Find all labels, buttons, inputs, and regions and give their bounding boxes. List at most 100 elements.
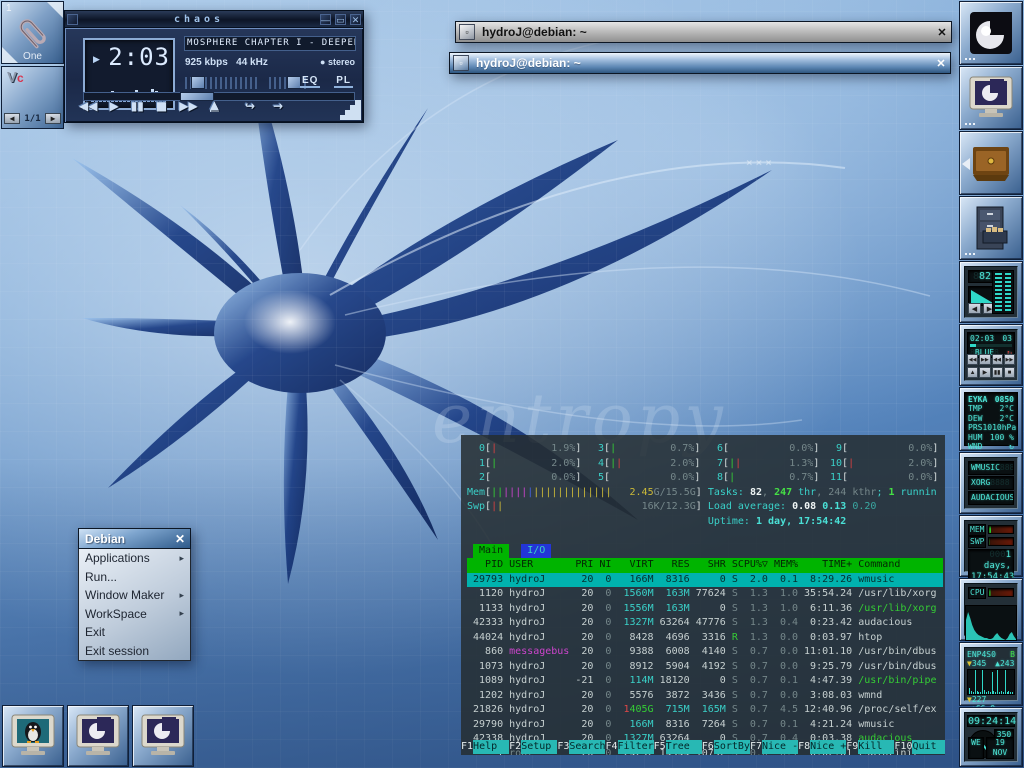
dockapp-weather[interactable]: EYKA 0850 TMP2°CDEW2°CPRS1010hPaHUM100 %… bbox=[959, 387, 1023, 451]
stop-button[interactable]: ■ bbox=[156, 99, 167, 113]
player-titlebar[interactable]: chaos — ▭ ✕ bbox=[65, 11, 363, 28]
wmusic-prev-button[interactable]: ◀◀ bbox=[967, 354, 978, 365]
process-row[interactable]: 1120hydroJ2001560M163M77624S1.31.035:54.… bbox=[467, 587, 943, 602]
process-row[interactable]: 1089hydroJ-210114M181200S0.70.14:47.39/u… bbox=[467, 674, 943, 689]
dockapp-cpuload[interactable]: CPU bbox=[959, 578, 1023, 641]
workspace-name: One bbox=[2, 51, 63, 62]
process-row[interactable]: 21826hydroJ2001405G715M165MS0.74.512:40.… bbox=[467, 703, 943, 718]
menu-item-window-maker[interactable]: Window Maker▸ bbox=[79, 586, 190, 605]
player-menu-button[interactable] bbox=[67, 14, 78, 25]
drawer-arrow-icon[interactable] bbox=[962, 158, 970, 170]
menu-item-exit-session[interactable]: Exit session bbox=[79, 642, 190, 661]
table-header[interactable]: PIDUSERPRINIVIRTRESSHRSCPU%▽MEM%TIME+Com… bbox=[467, 558, 943, 573]
appicon-terminal-tux[interactable] bbox=[2, 705, 64, 767]
process-row[interactable]: 1073hydroJ200891259044192S0.70.09:25.79/… bbox=[467, 660, 943, 675]
wmusic-rew-button[interactable]: ◀◀ bbox=[992, 354, 1003, 365]
mixer-prev-channel-button[interactable]: ◀ bbox=[968, 303, 981, 314]
playlist-button[interactable]: PL bbox=[334, 75, 353, 88]
dock-drawer-tile[interactable] bbox=[959, 131, 1023, 195]
appicon-xterm-1[interactable] bbox=[67, 705, 129, 767]
fnkey-f10[interactable]: F10Quit bbox=[894, 740, 945, 755]
wmusic-ff-button[interactable]: ▶▶ bbox=[1004, 354, 1015, 365]
fnkey-f5[interactable]: F5Tree bbox=[654, 740, 702, 755]
fnkey-f3[interactable]: F3Search bbox=[557, 740, 605, 755]
htop-blank-row bbox=[467, 529, 943, 544]
player-close-button[interactable]: ✕ bbox=[350, 14, 361, 25]
stereo-led-icon: ● bbox=[320, 57, 325, 67]
play-button[interactable]: ▶ bbox=[109, 99, 118, 113]
dockapp-wmtop[interactable]: WMUSIC8888XORG8888AUDACIOUS8888 bbox=[959, 452, 1023, 514]
workspace-clip[interactable]: 1 One bbox=[1, 1, 64, 64]
fnkey-f1[interactable]: F1Help bbox=[461, 740, 509, 755]
root-menu[interactable]: Debian ✕ Applications▸Run...Window Maker… bbox=[78, 528, 191, 661]
window-title[interactable]: hydroJ@debian: ~ bbox=[478, 25, 933, 39]
dock-wmaker-tile[interactable] bbox=[959, 1, 1023, 65]
menu-item-applications[interactable]: Applications▸ bbox=[79, 549, 190, 568]
player-shade-button[interactable]: ▭ bbox=[335, 14, 346, 25]
htop-window[interactable]: 0[|1.9%]3[|0.7%]6[0.0%]9[0.0%]1[|2.0%]4[… bbox=[461, 435, 945, 755]
dock-filemanager-tile[interactable] bbox=[959, 196, 1023, 260]
wmusic-play-button[interactable]: ▶ bbox=[979, 367, 990, 378]
music-player-window[interactable]: chaos — ▭ ✕ ▶ 2:03 MOSPHERE CHAPTER I - … bbox=[64, 10, 364, 123]
process-row[interactable]: 29790hydroJ200166M83167264S0.70.14:21.24… bbox=[467, 718, 943, 733]
appicon-xterm-2[interactable] bbox=[132, 705, 194, 767]
menu-item-workspace[interactable]: WorkSpace▸ bbox=[79, 605, 190, 624]
pager-prev-button[interactable]: ◀ bbox=[4, 113, 20, 124]
window-title[interactable]: hydroJ@debian: ~ bbox=[472, 56, 932, 70]
process-row[interactable]: 1202hydroJ200557638723436S0.70.03:08.03w… bbox=[467, 689, 943, 704]
wmusic-stop-button[interactable]: ■ bbox=[1004, 367, 1015, 378]
process-row[interactable]: 42333hydroJ2001327M6326447776S1.30.40:23… bbox=[467, 616, 943, 631]
miniaturize-button[interactable]: ▫ bbox=[459, 24, 475, 40]
process-row[interactable]: 860messagebus200938860084140S0.70.011:01… bbox=[467, 645, 943, 660]
fnkey-f4[interactable]: F4Filter bbox=[605, 740, 653, 755]
repeat-button[interactable]: → bbox=[273, 99, 283, 113]
menu-item-exit[interactable]: Exit bbox=[79, 623, 190, 642]
menu-close-button[interactable]: ✕ bbox=[170, 532, 190, 546]
fnkey-f9[interactable]: F9Kill bbox=[846, 740, 894, 755]
pager-next-button[interactable]: ▶ bbox=[45, 113, 61, 124]
pause-button[interactable]: ▮▮ bbox=[131, 99, 144, 113]
vc-appicon[interactable]: Vc ◀ 1/1 ▶ bbox=[1, 66, 64, 129]
dockapp-memload[interactable]: MEM SWP 0001 days, 17:54:43 bbox=[959, 515, 1023, 577]
volume-slider[interactable] bbox=[185, 77, 259, 89]
dockapp-clock[interactable]: 09:24:14 350 WE 19 NOV bbox=[959, 707, 1023, 767]
workspace-number: 1 bbox=[6, 3, 12, 14]
wmusic-pause-button[interactable]: ▮▮ bbox=[992, 367, 1003, 378]
wmusic-eject-button[interactable]: ▲ bbox=[967, 367, 978, 378]
terminal-window-2[interactable]: ▫ hydroJ@debian: ~ ✕ bbox=[449, 52, 951, 74]
next-button[interactable]: ▶▶ bbox=[179, 99, 197, 113]
previous-button[interactable]: ◀◀ bbox=[79, 99, 97, 113]
process-row[interactable]: 44024hydroJ200842846963316R1.30.00:03.97… bbox=[467, 631, 943, 646]
dockapp-mixer[interactable]: 882 ◀ ▶ bbox=[959, 261, 1023, 323]
process-row[interactable]: 1133hydroJ2001556M163M0S1.31.06:11.36/us… bbox=[467, 602, 943, 617]
tab-main[interactable]: Main bbox=[473, 544, 509, 559]
fnkey-f2[interactable]: F2Setup bbox=[509, 740, 557, 755]
dockapp-wmusic[interactable]: 02:03 03 8BLUE8↻ ◀◀ ▶▶ ◀◀ ▶▶ ▲ ▶ ▮▮ ■ bbox=[959, 324, 1023, 386]
eject-button[interactable]: ▲ bbox=[210, 100, 219, 112]
stereo-indicator: ● stereo bbox=[320, 57, 355, 67]
menu-item-run-[interactable]: Run... bbox=[79, 568, 190, 587]
cpu-bar bbox=[988, 588, 1014, 597]
htop-function-bar: F1HelpF2SetupF3SearchF4FilterF5TreeF6Sor… bbox=[461, 740, 945, 755]
process-row[interactable]: 29793hydroJ200166M83160S2.00.18:29.26wmu… bbox=[467, 573, 943, 588]
player-minimize-button[interactable]: — bbox=[320, 14, 331, 25]
terminal-window-1[interactable]: ▫ hydroJ@debian: ~ ✕ bbox=[455, 21, 952, 43]
close-button[interactable]: ✕ bbox=[932, 57, 950, 70]
fnkey-f8[interactable]: F8Nice + bbox=[798, 740, 846, 755]
swap-label: SWP bbox=[968, 536, 986, 548]
htop-cpu-meters: 0[|1.9%]3[|0.7%]6[0.0%]9[0.0%]1[|2.0%]4[… bbox=[467, 442, 943, 529]
wmusic-next-button[interactable]: ▶▶ bbox=[979, 354, 990, 365]
shuffle-button[interactable]: ↪ bbox=[245, 99, 255, 113]
close-button[interactable]: ✕ bbox=[933, 26, 951, 39]
equalizer-button[interactable]: EQ bbox=[300, 75, 320, 88]
track-title-marquee[interactable]: MOSPHERE CHAPTER I - DEEPER DRL bbox=[184, 36, 356, 51]
fnkey-f7[interactable]: F7Nice - bbox=[750, 740, 798, 755]
volume-handle[interactable] bbox=[191, 76, 205, 89]
fnkey-f6[interactable]: F6SortBy bbox=[702, 740, 750, 755]
tab-io[interactable]: I/O bbox=[521, 544, 551, 559]
miniaturize-button[interactable]: ▫ bbox=[453, 55, 469, 71]
menu-titlebar[interactable]: Debian ✕ bbox=[78, 528, 191, 549]
cpu-meter-6: 6[0.0%] bbox=[705, 442, 824, 457]
dock-xterm-tile[interactable] bbox=[959, 66, 1023, 130]
dockapp-wmnd[interactable]: ENP4S0 B ▼345 ▲243 ▼227 ▲66.0 bbox=[959, 642, 1023, 706]
